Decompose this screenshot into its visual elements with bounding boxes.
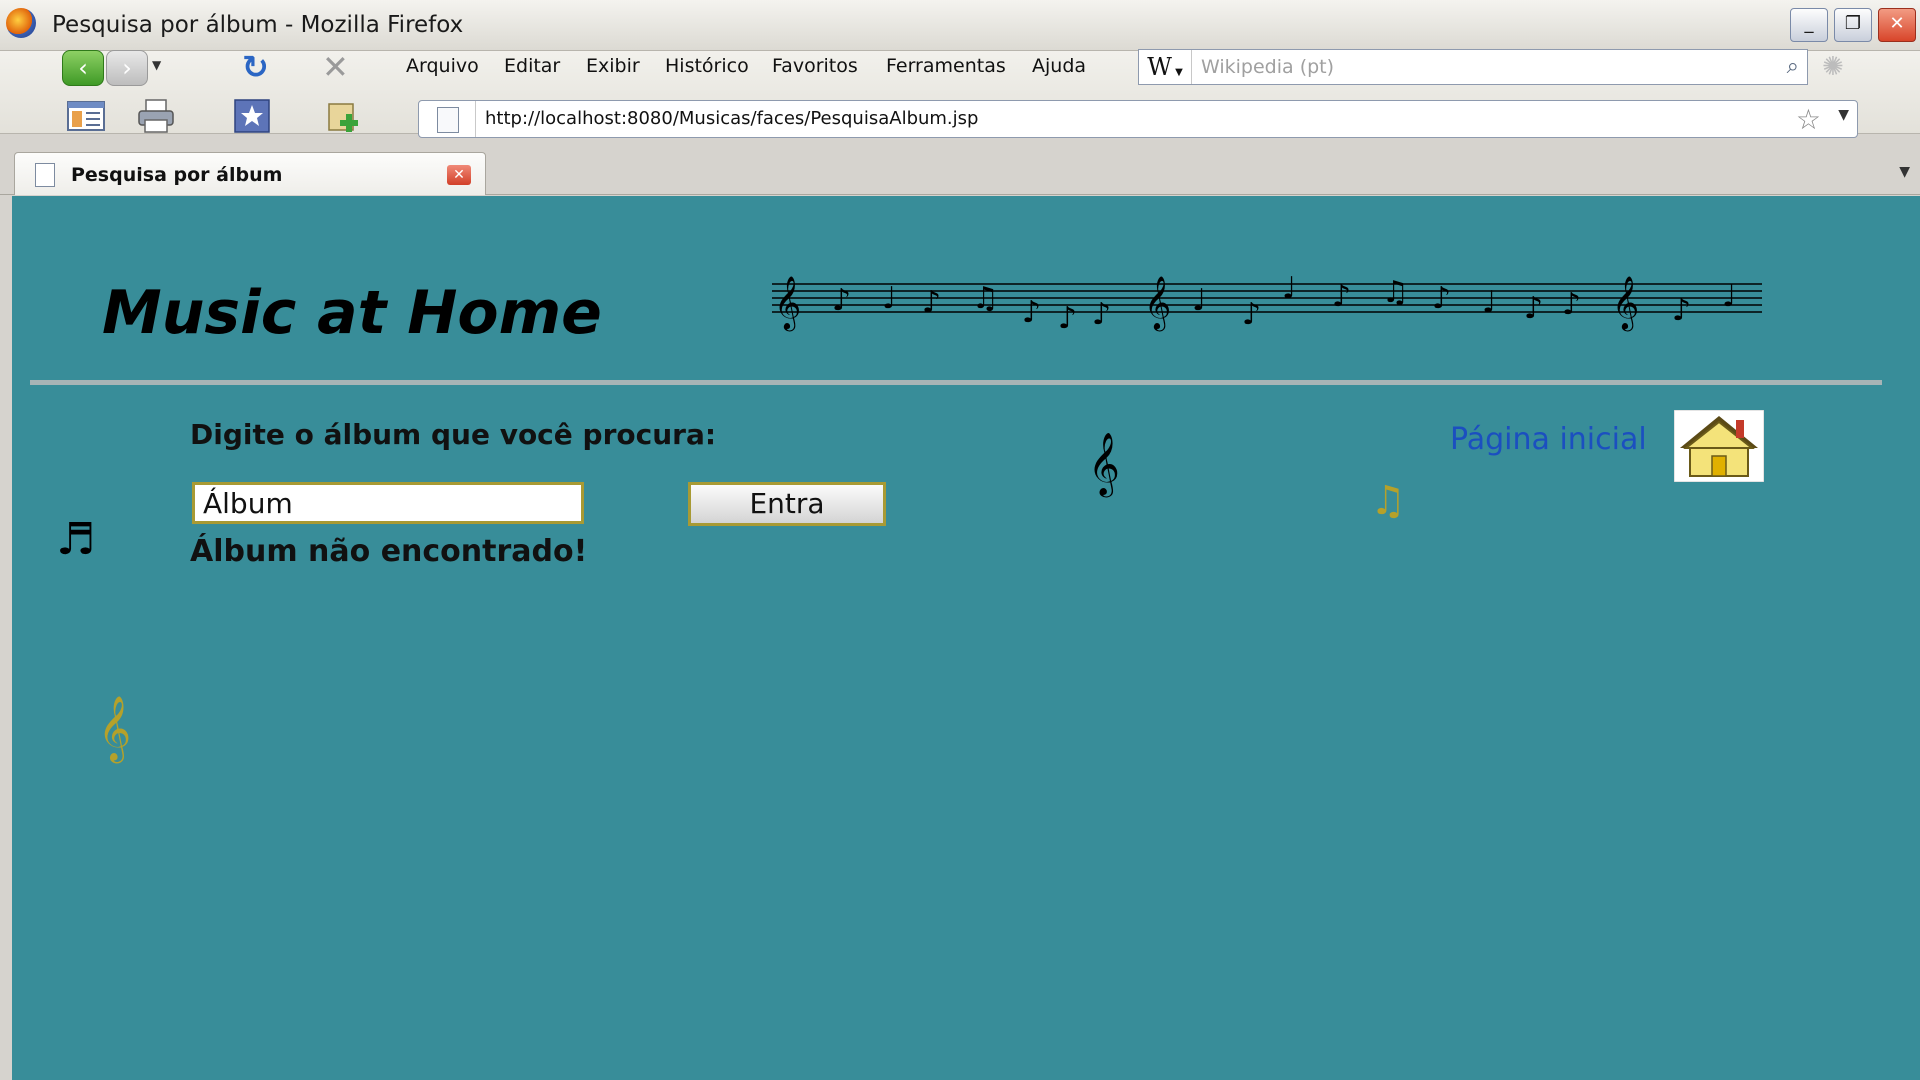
home-link[interactable]: Página inicial [1450, 422, 1647, 457]
activity-throbber-icon: ✺ [1822, 52, 1844, 82]
home-icon[interactable] [1674, 410, 1764, 482]
svg-text:♪: ♪ [1524, 291, 1543, 326]
address-bar[interactable]: http://localhost:8080/Musicas/faces/Pesq… [418, 100, 1858, 138]
menu-ferramentas[interactable]: Ferramentas [886, 55, 1006, 77]
minimize-button[interactable]: _ [1790, 8, 1828, 42]
firefox-logo-icon [6, 8, 36, 38]
search-engine-selector[interactable]: W ▼ [1139, 50, 1192, 84]
close-window-button[interactable]: ✕ [1878, 8, 1916, 42]
menu-exibir[interactable]: Exibir [586, 55, 640, 77]
decorative-notes-icon: ♬ [56, 514, 96, 565]
svg-text:♪: ♪ [922, 285, 941, 320]
window-title: Pesquisa por álbum - Mozilla Firefox [52, 12, 464, 38]
svg-text:𝄞: 𝄞 [774, 275, 801, 331]
bookmark-star-icon[interactable]: ☆ [1796, 103, 1821, 136]
search-engine-label: W [1147, 53, 1172, 81]
header-divider [30, 380, 1882, 385]
music-staff-banner: 𝄞 ♪ ♩ ♪ ♫ ♪ ♪ ♪ 𝄞 ♩ ♪ ♩ ♪ ♫ ♪ ♩ ♪ ♪ 𝄞 ♪ … [772, 271, 1762, 336]
reload-icon[interactable]: ↻ [242, 48, 269, 86]
svg-text:♪: ♪ [1332, 279, 1351, 314]
svg-text:♫: ♫ [1382, 275, 1409, 310]
url-field[interactable]: http://localhost:8080/Musicas/faces/Pesq… [485, 108, 978, 129]
decorative-clef-icon: 𝄞 [98, 696, 132, 761]
menu-editar[interactable]: Editar [504, 55, 560, 77]
back-button[interactable]: ‹ [62, 50, 104, 86]
sidebar-icon[interactable] [66, 98, 106, 134]
svg-text:♩: ♩ [1722, 279, 1736, 314]
menu-ajuda[interactable]: Ajuda [1032, 55, 1086, 77]
entra-button[interactable]: Entra [688, 482, 886, 526]
svg-text:♪: ♪ [1058, 301, 1077, 336]
site-title: Music at Home [102, 278, 602, 348]
not-found-message: Álbum não encontrado! [190, 534, 588, 569]
tab-strip: Pesquisa por álbum ✕ ▼ [0, 150, 1920, 195]
tab-list-dropdown-icon[interactable]: ▼ [1899, 164, 1910, 180]
menu-historico[interactable]: Histórico [665, 55, 749, 77]
search-icon[interactable]: ⌕ [1787, 54, 1799, 79]
album-input[interactable]: Álbum [192, 482, 584, 524]
svg-text:♩: ♩ [1282, 271, 1296, 306]
tab-pesquisa-album[interactable]: Pesquisa por álbum ✕ [14, 152, 486, 195]
decorative-clef-icon: 𝄞 [1088, 432, 1120, 495]
tab-label: Pesquisa por álbum [71, 164, 283, 186]
svg-text:♫: ♫ [972, 281, 999, 316]
bookmarks-icon[interactable] [232, 98, 272, 134]
svg-text:♪: ♪ [1092, 297, 1111, 332]
svg-text:♩: ♩ [1482, 285, 1496, 320]
svg-text:♪: ♪ [832, 283, 851, 318]
new-tab-icon[interactable] [326, 98, 366, 134]
stop-icon[interactable]: ✕ [322, 48, 349, 86]
history-dropdown-icon[interactable]: ▼ [152, 58, 161, 72]
page-icon [35, 163, 55, 187]
svg-text:𝄞: 𝄞 [1612, 275, 1639, 331]
search-prompt: Digite o álbum que você procura: [190, 418, 717, 451]
svg-text:♪: ♪ [1242, 297, 1261, 332]
restore-button[interactable]: ❐ [1834, 8, 1872, 42]
menu-arquivo[interactable]: Arquivo [406, 55, 479, 77]
address-separator [475, 101, 476, 137]
url-dropdown-icon[interactable]: ▼ [1838, 107, 1849, 123]
page-icon [437, 107, 459, 133]
svg-text:♪: ♪ [1432, 281, 1451, 316]
window-title-bar: Pesquisa por álbum - Mozilla Firefox _ ❐… [0, 0, 1920, 51]
svg-text:♪: ♪ [1672, 293, 1691, 328]
search-bar[interactable]: W ▼ Wikipedia (pt) ⌕ [1138, 49, 1808, 85]
svg-text:♩: ♩ [1192, 283, 1206, 318]
decorative-notes-icon: ♫ [1370, 478, 1406, 524]
svg-text:𝄞: 𝄞 [1144, 275, 1171, 331]
svg-text:♪: ♪ [1022, 295, 1041, 330]
search-input[interactable]: Wikipedia (pt) [1201, 56, 1334, 78]
print-icon[interactable] [136, 98, 176, 134]
page-content: Music at Home 𝄞 ♪ ♩ ♪ ♫ ♪ ♪ ♪ 𝄞 ♩ ♪ ♩ ♪ … [12, 196, 1920, 1080]
menu-favoritos[interactable]: Favoritos [772, 55, 858, 77]
svg-text:♩: ♩ [882, 281, 896, 316]
close-tab-icon[interactable]: ✕ [447, 165, 471, 185]
svg-text:♪: ♪ [1562, 287, 1581, 322]
forward-button[interactable]: › [106, 50, 148, 86]
